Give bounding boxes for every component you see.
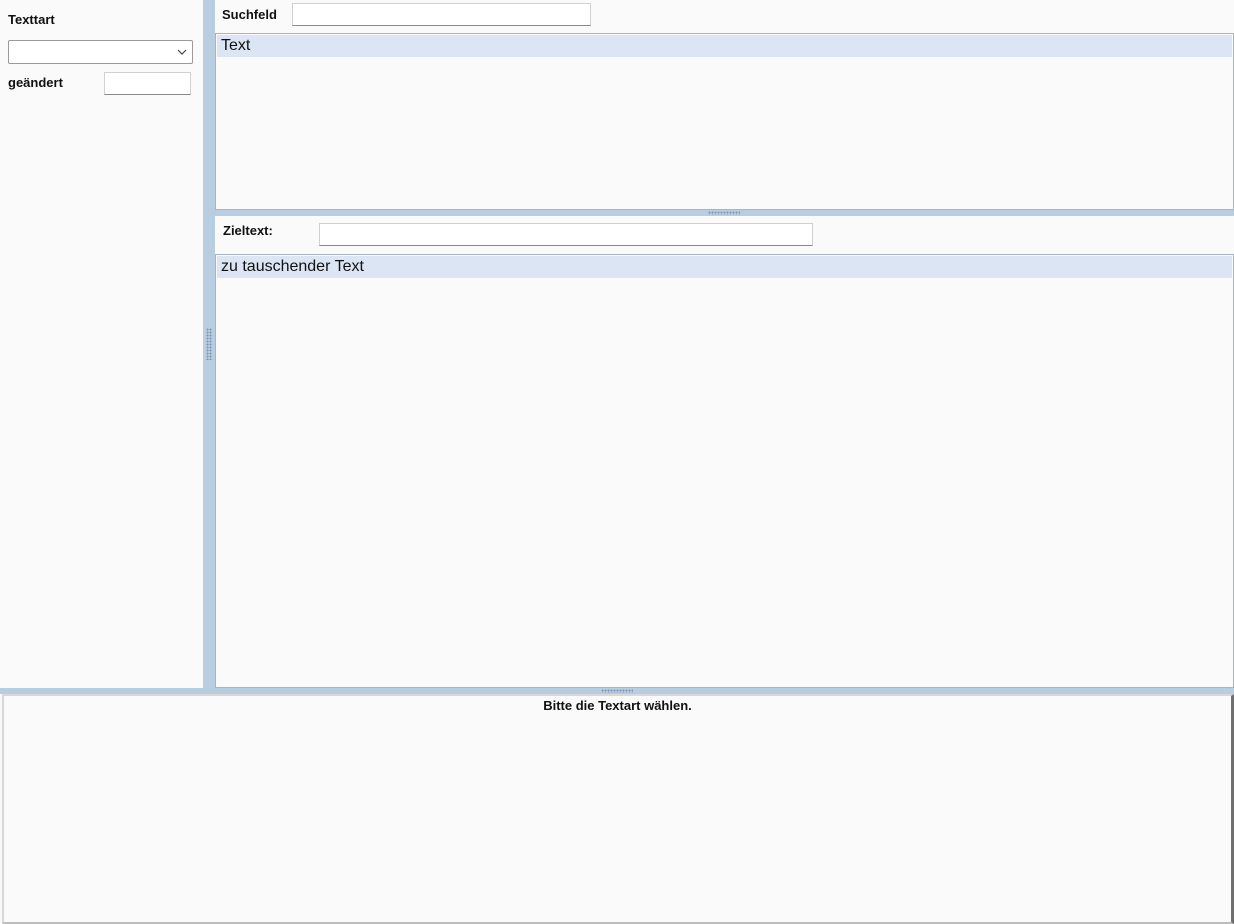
left-filter-panel: Texttart geändert: [0, 0, 203, 688]
geaendert-field[interactable]: [104, 72, 191, 95]
texttart-select[interactable]: [8, 40, 193, 64]
app-window: Texttart geändert Suchfeld Text Zieltext…: [0, 0, 1234, 924]
target-input[interactable]: [319, 223, 813, 246]
text-grid-header[interactable]: Text: [217, 35, 1232, 57]
target-row: Zieltext:: [215, 216, 1234, 254]
search-input[interactable]: [292, 3, 591, 26]
vertical-splitter[interactable]: [203, 0, 215, 688]
texttart-label: Texttart: [8, 12, 55, 27]
search-row: Suchfeld: [215, 0, 1234, 33]
replace-text-grid[interactable]: zu tauschender Text: [215, 254, 1234, 688]
replace-text-grid-header[interactable]: zu tauschender Text: [217, 256, 1232, 278]
text-grid[interactable]: Text: [215, 33, 1234, 210]
status-panel: Bitte die Textart wählen.: [2, 694, 1234, 924]
chevron-down-icon: [177, 49, 187, 55]
grip-dots-icon: [601, 689, 633, 693]
grip-dots-icon: [206, 328, 212, 360]
search-label: Suchfeld: [222, 7, 277, 22]
geaendert-label: geändert: [8, 75, 63, 90]
status-message: Bitte die Textart wählen.: [543, 698, 692, 713]
grip-dots-icon: [708, 211, 740, 215]
target-label: Zieltext:: [223, 223, 273, 238]
